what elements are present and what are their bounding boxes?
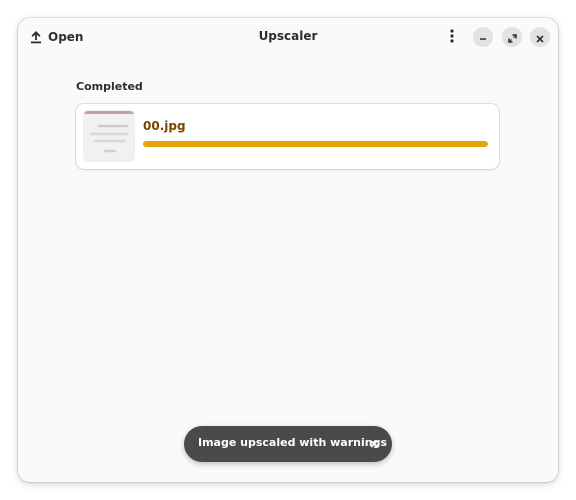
maximize-button[interactable] <box>502 27 522 47</box>
list-item[interactable]: 00.jpg <box>76 104 499 169</box>
toast-close-button[interactable] <box>364 434 384 454</box>
minimize-icon <box>479 28 487 47</box>
toast: Image upscaled with warnings <box>184 426 392 462</box>
file-name: 00.jpg <box>143 119 186 133</box>
progress-bar-fill <box>143 141 488 147</box>
toast-message: Image upscaled with warnings <box>198 436 387 449</box>
maximize-icon <box>507 28 517 47</box>
close-icon <box>536 28 544 47</box>
close-icon <box>370 438 378 451</box>
headerbar: Open Upscaler <box>18 18 558 56</box>
section-title: Completed <box>76 80 143 93</box>
progress-bar <box>143 141 488 147</box>
minimize-button[interactable] <box>473 27 493 47</box>
close-window-button[interactable] <box>530 27 550 47</box>
main-menu-button[interactable] <box>441 26 463 48</box>
vertical-dots-icon <box>450 28 454 47</box>
app-window: Open Upscaler Completed 00.jpg Image ups… <box>18 18 558 482</box>
image-thumbnail <box>84 111 134 161</box>
